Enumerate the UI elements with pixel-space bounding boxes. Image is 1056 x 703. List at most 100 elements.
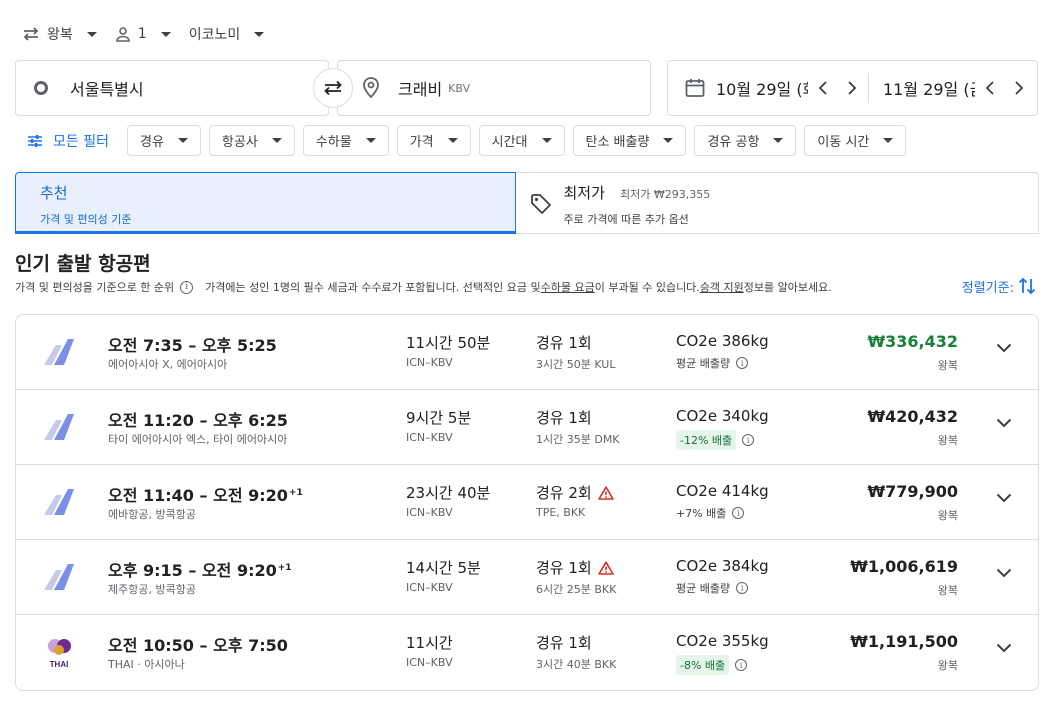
destination-input[interactable]: 크래비 KBV xyxy=(337,60,651,116)
filter-chip-bags[interactable]: 수하물 xyxy=(302,125,389,156)
trip-type-label: 왕복 xyxy=(47,27,73,43)
info-icon[interactable]: i xyxy=(742,434,755,446)
flight-route: ICN–KBV xyxy=(406,581,453,594)
chevron-down-icon xyxy=(86,31,97,37)
filter-chip-stops[interactable]: 경유 xyxy=(126,125,201,156)
bag-fees-link[interactable]: 수하물 요금 xyxy=(541,279,595,295)
filter-chip-emissions[interactable]: 탄소 배출량 xyxy=(572,125,687,156)
flight-row[interactable]: THAI 오전 10:50 – 오후 7:50 THAI · 아시아나 11시간… xyxy=(16,615,1038,690)
flight-route: ICN–KBV xyxy=(406,431,453,444)
arrive-time: 오후 5:25 xyxy=(201,336,277,355)
stops-count: 경유 1회 xyxy=(536,559,592,577)
thai-airways-logo-icon: THAI xyxy=(40,635,78,669)
next-depart-date-button[interactable] xyxy=(837,81,866,95)
depart-date-field[interactable]: 10월 29일 (화 xyxy=(684,61,866,115)
chevron-down-icon xyxy=(773,138,784,143)
filter-chip-duration[interactable]: 이동 시간 xyxy=(804,125,907,156)
stop-detail: 6시간 25분 BKK xyxy=(536,583,617,596)
expand-row-button[interactable] xyxy=(996,568,1012,578)
section-title: 인기 출발 항공편 xyxy=(15,253,151,275)
origin-input[interactable]: 서울특별시 xyxy=(15,60,329,116)
expand-row-button[interactable] xyxy=(996,418,1012,428)
flight-duration: 14시간 5분 xyxy=(406,559,481,577)
swap-locations-button[interactable] xyxy=(313,68,353,108)
depart-time: 오전 11:20 xyxy=(108,411,194,430)
info-icon[interactable]: i xyxy=(732,507,745,519)
co2-emission: CO2e 340kg xyxy=(676,407,769,425)
expand-row-button[interactable] xyxy=(996,343,1012,353)
flight-row[interactable]: 오전 11:20 – 오후 6:25 타이 에어아시아 엑스, 타이 에어아시아… xyxy=(16,390,1038,465)
passenger-count: 1 xyxy=(137,26,147,42)
airline-names: 타이 에어아시아 엑스, 타이 에어아시아 xyxy=(108,433,288,446)
section-description: 가격 및 편의성을 기준으로 한 순위 i 가격에는 성인 1명의 필수 세금과… xyxy=(15,279,832,295)
flight-row[interactable]: 오후 9:15 – 오전 9:20+1 제주항공, 방콕항공 14시간 5분 I… xyxy=(16,540,1038,615)
trip-type-select[interactable]: 왕복 xyxy=(22,24,97,44)
filter-chip-airlines[interactable]: 항공사 xyxy=(208,125,295,156)
plus-day: +1 xyxy=(277,562,292,573)
filter-chip-connecting-airports[interactable]: 경유 공항 xyxy=(694,125,797,156)
arrive-time: 오전 9:20 xyxy=(213,486,288,505)
info-icon[interactable]: i xyxy=(736,357,749,369)
tab-best[interactable]: 추천 가격 및 편의성 기준 xyxy=(15,172,516,234)
passenger-select[interactable]: 1 xyxy=(115,26,171,42)
trip-type: 왕복 xyxy=(937,659,958,672)
co2-emission: CO2e 355kg xyxy=(676,632,769,650)
all-filters-label: 모든 필터 xyxy=(53,133,109,150)
airline-names: THAI · 아시아나 xyxy=(108,658,185,671)
chevron-down-icon xyxy=(883,138,894,143)
chevron-down-icon xyxy=(541,138,552,143)
location-pin-icon xyxy=(362,77,380,99)
return-date-field[interactable]: 11월 29일 (금 xyxy=(883,61,1033,115)
next-return-date-button[interactable] xyxy=(1004,81,1033,95)
stops-info: 경유 1회 xyxy=(536,407,592,428)
flight-times: 오전 10:50 – 오후 7:50 xyxy=(108,636,288,655)
flight-duration: 23시간 40분 xyxy=(406,484,491,502)
tab-cheapest-title: 최저가 xyxy=(563,184,605,202)
depart-time: 오전 10:50 xyxy=(108,636,194,655)
co2-emission: CO2e 386kg xyxy=(676,332,769,350)
filter-chip-price[interactable]: 가격 xyxy=(396,125,471,156)
price-note-3: 정보를 알아보세요. xyxy=(743,281,832,294)
flight-row[interactable]: 오전 7:35 – 오후 5:25 에어아시아 X, 에어아시아 11시간 50… xyxy=(16,315,1038,390)
stops-count: 경유 1회 xyxy=(536,409,592,427)
sort-button[interactable]: 정렬기준: xyxy=(962,276,1036,296)
depart-time: 오전 7:35 xyxy=(108,336,183,355)
person-icon xyxy=(115,26,131,42)
cabin-class-select[interactable]: 이코노미 xyxy=(189,24,265,44)
flight-route: ICN–KBV xyxy=(406,656,453,669)
info-icon[interactable]: i xyxy=(180,280,194,294)
calendar-icon xyxy=(684,77,706,99)
prev-return-date-button[interactable] xyxy=(975,81,1004,95)
chevron-down-icon xyxy=(996,493,1012,503)
tab-cheapest[interactable]: 최저가 최저가 ₩293,355 주로 가격에 따른 추가 옵션 xyxy=(515,172,1039,234)
chip-label: 수하물 xyxy=(315,135,352,150)
tab-cheapest-subtitle: 주로 가격에 따른 추가 옵션 xyxy=(563,213,689,226)
trip-type: 왕복 xyxy=(937,359,958,372)
co2-emission: CO2e 384kg xyxy=(676,557,769,575)
all-filters-button[interactable]: 모든 필터 xyxy=(27,131,109,151)
flight-row[interactable]: 오전 11:40 – 오전 9:20+1 에바항공, 방콕항공 23시간 40분… xyxy=(16,465,1038,540)
chevron-left-icon xyxy=(818,81,827,95)
emission-badge: 평균 배출량 i xyxy=(676,355,754,371)
expand-row-button[interactable] xyxy=(996,643,1012,653)
emission-badge: 평균 배출량 i xyxy=(676,580,754,596)
filter-chip-times[interactable]: 시간대 xyxy=(478,125,565,156)
chip-label: 경유 공항 xyxy=(707,135,760,150)
prev-depart-date-button[interactable] xyxy=(808,81,837,95)
generic-tail-icon xyxy=(40,485,78,519)
chevron-down-icon xyxy=(996,568,1012,578)
generic-tail-icon xyxy=(40,560,78,594)
info-icon[interactable]: i xyxy=(735,659,748,671)
depart-time: 오후 9:15 xyxy=(108,561,183,580)
expand-row-button[interactable] xyxy=(996,493,1012,503)
tab-best-title: 추천 xyxy=(40,184,68,202)
depart-date-value: 10월 29일 (화 xyxy=(716,80,808,99)
flight-price: ₩1,191,500 xyxy=(850,632,958,651)
flight-times: 오후 9:15 – 오전 9:20+1 xyxy=(108,561,292,580)
swap-arrows-icon xyxy=(324,80,342,96)
flight-duration: 11시간 50분 xyxy=(406,334,491,352)
info-icon[interactable]: i xyxy=(736,582,749,594)
flight-price: ₩336,432 xyxy=(867,332,958,351)
passenger-assistance-link[interactable]: 승객 지원 xyxy=(700,279,744,295)
ranking-note: 가격 및 편의성을 기준으로 한 순위 xyxy=(15,281,175,294)
